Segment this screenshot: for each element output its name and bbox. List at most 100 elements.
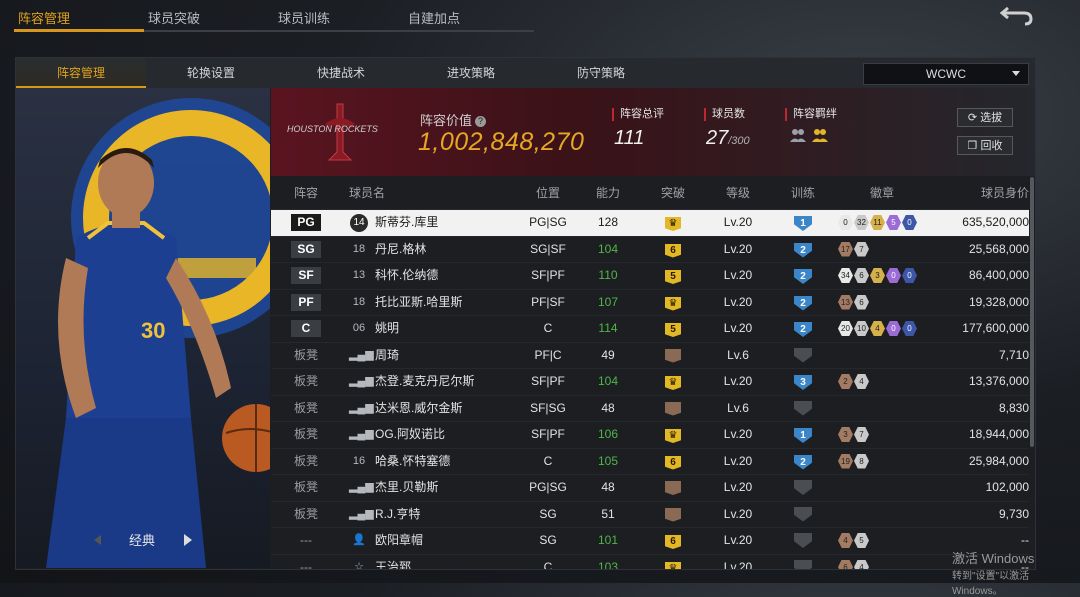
subtab-lineup[interactable]: 阵容管理 (16, 58, 146, 88)
recycle-button[interactable]: ❐ 回收 (957, 136, 1013, 155)
arrow-left-icon[interactable] (94, 535, 101, 545)
player-ability: 104 (597, 374, 619, 388)
team-dropdown[interactable]: WCWC (863, 63, 1029, 85)
table-row[interactable]: SG 18 丹尼.格林 SG|SF 104 6 Lv.20 2 17 7 25,568,000 (271, 235, 1029, 263)
breakthrough-icon: 6 (665, 243, 681, 258)
art-style-nav: 经典 (16, 530, 270, 550)
badge-hex-icon: 3 (838, 427, 853, 442)
table-row[interactable]: C 06 姚明 C 114 5 Lv.20 2 20 10 4 0 0 177,600,000 (271, 315, 1029, 342)
bond-gold-icon[interactable] (811, 127, 829, 143)
player-level: Lv.20 (723, 533, 753, 547)
table-row[interactable]: 板凳 ▂▄▆ 杰登.麦克丹尼尔斯 SF|PF 104 ♛ Lv.20 3 2 4 13,376,00… (271, 368, 1029, 395)
player-name: 杰里.贝勒斯 (375, 480, 439, 494)
subtab-quick-tactics[interactable]: 快捷战术 (276, 58, 406, 88)
badge-hex-icon: 19 (838, 453, 853, 469)
table-row[interactable]: 板凳 16 哈桑.怀特塞德 C 105 6 Lv.20 2 19 8 25,984,000 (271, 447, 1029, 475)
table-row[interactable]: --- ☆ 王治郅 C 103 ♛ Lv.20 6 4 -- (271, 553, 1029, 570)
badge-hex-icon: 11 (870, 215, 885, 230)
svg-text:30: 30 (141, 318, 165, 343)
table-row[interactable]: 板凳 ▂▄▆ OG.阿奴诺比 SF|PF 106 ♛ Lv.20 1 3 7 18,944,000 (271, 421, 1029, 448)
player-position: SF|SG (530, 400, 566, 415)
jersey-number: 06 (352, 322, 366, 334)
position-tag: PF (291, 293, 321, 311)
player-name: 姚明 (375, 321, 400, 335)
badge-list: 24 (838, 369, 926, 394)
player-price: 635,520,000 (962, 215, 1029, 229)
player-ability: 128 (597, 215, 619, 229)
table-row[interactable]: 板凳 ▂▄▆ 达米恩.威尔金斯 SF|SG 48 Lv.6 8,830 (271, 394, 1029, 422)
badge-hex-icon: 4 (870, 321, 885, 336)
training-icon (794, 480, 812, 495)
tab-custom-points[interactable]: 自建加点 (404, 0, 534, 32)
bench-tag: 板凳 (293, 506, 318, 521)
lineup-panel: 阵容管理 轮换设置 快捷战术 进攻策略 防守策略 WCWC 30 经典 HOUS… (15, 57, 1036, 570)
player-name: 杰登.麦克丹尼尔斯 (375, 374, 475, 388)
table-row[interactable]: 板凳 ▂▄▆ 杰里.贝勒斯 PG|SG 48 Lv.20 102,000 (271, 474, 1029, 501)
table-row[interactable]: 板凳 ▂▄▆ 周琦 PF|C 49 Lv.6 7,710 (271, 341, 1029, 369)
position-tag: SF (291, 267, 321, 284)
player-price: 13,376,000 (968, 374, 1029, 388)
jersey-number: 18 (352, 242, 366, 255)
badge-list: 64 (838, 555, 926, 569)
player-position: C (543, 559, 553, 570)
tab-player-training[interactable]: 球员训练 (274, 0, 404, 32)
player-price: 19,328,000 (968, 294, 1029, 309)
training-icon: 2 (794, 454, 812, 470)
training-icon (794, 347, 812, 363)
table-scrollbar[interactable] (1030, 177, 1034, 447)
table-header: 阵容 球员名 位置 能力 突破 等级 训练 徽章 球员身价 (271, 177, 1029, 209)
position-tag: C (291, 320, 321, 337)
jersey-number: 13 (352, 269, 366, 281)
training-icon: 2 (794, 269, 812, 284)
training-icon: 2 (794, 242, 812, 258)
player-level: Lv.6 (727, 347, 749, 362)
bond-team-icon[interactable] (789, 127, 807, 143)
table-row[interactable]: SF 13 科怀.伦纳德 SF|PF 110 5 Lv.20 2 34 6 3 0 0 86,400,00… (271, 262, 1029, 289)
badge-hex-icon: 6 (854, 294, 869, 310)
player-price: 102,000 (985, 480, 1029, 494)
subtab-offense[interactable]: 进攻策略 (406, 58, 536, 88)
back-arrow-icon[interactable] (1000, 2, 1034, 26)
subtab-rotation[interactable]: 轮换设置 (146, 58, 276, 88)
breakthrough-icon: ♛ (665, 217, 681, 231)
bench-tag: 板凳 (293, 453, 318, 468)
player-position: SF|PF (531, 374, 565, 388)
overall-rating-value: 111 (614, 127, 645, 149)
training-icon (794, 506, 812, 522)
table-row[interactable]: --- 👤 欧阳章帽 SG 101 6 Lv.20 4 5 -- (271, 527, 1029, 554)
top-tab-bar: 阵容管理 球员突破 球员训练 自建加点 (14, 0, 534, 32)
table-row[interactable]: 板凳 ▂▄▆ R.J.亨特 SG 51 Lv.20 9,730 (271, 500, 1029, 528)
help-icon[interactable]: ? (475, 116, 487, 127)
badge-list (838, 396, 926, 421)
badge-list: 34 6 3 0 0 (838, 263, 926, 288)
jersey-number: 16 (352, 454, 366, 467)
bench-tag: 板凳 (293, 427, 318, 441)
breakthrough-icon (665, 481, 681, 495)
table-row[interactable]: PF 18 托比亚斯.哈里斯 PF|SF 107 ♛ Lv.20 2 13 6 19,328,000 (271, 288, 1029, 316)
table-row[interactable]: PG 14 斯蒂芬.库里 PG|SG 128 ♛ Lv.20 1 0 32 11 5 0 635,520,… (271, 209, 1029, 236)
featured-player-art: 30 经典 (16, 88, 270, 568)
player-name: 哈桑.怀特塞德 (375, 453, 451, 468)
team-dropdown-value: WCWC (926, 67, 966, 81)
select-button[interactable]: ⟳ 选拔 (957, 108, 1013, 127)
breakthrough-icon: ♛ (665, 561, 681, 569)
tab-lineup-management[interactable]: 阵容管理 (14, 0, 144, 32)
signal-bars-icon: ▂▄▆ (349, 375, 374, 387)
arrow-right-icon[interactable] (184, 534, 192, 546)
jersey-number: 14 (350, 213, 368, 232)
badge-list (838, 502, 926, 527)
training-icon: 1 (794, 428, 812, 443)
badge-list: 45 (838, 528, 926, 553)
badge-hex-icon: 7 (854, 427, 869, 442)
player-price: 177,600,000 (962, 321, 1029, 335)
tab-player-breakthrough[interactable]: 球员突破 (144, 0, 274, 32)
bench-tag: --- (300, 559, 312, 570)
badge-hex-icon: 0 (902, 268, 917, 283)
player-level: Lv.20 (723, 374, 753, 388)
subtab-defense[interactable]: 防守策略 (536, 58, 666, 88)
rockets-logo-icon: HOUSTON ROCKETS (287, 103, 378, 161)
player-name: 托比亚斯.哈里斯 (375, 294, 463, 309)
badge-hex-icon: 4 (854, 559, 869, 569)
player-level: Lv.20 (723, 506, 753, 521)
player-level: Lv.20 (723, 559, 753, 570)
